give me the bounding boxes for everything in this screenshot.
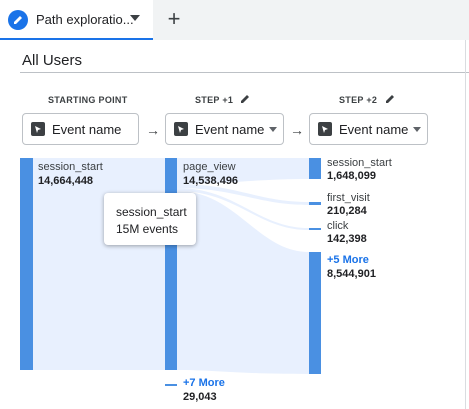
node-name: session_start — [327, 157, 392, 169]
node-step2-more[interactable] — [309, 252, 321, 374]
node-more-link[interactable]: +5 More — [327, 254, 369, 266]
dropdown-label: Event name — [339, 122, 409, 137]
node-step2-first-visit[interactable] — [309, 202, 321, 205]
node-count: 1,648,099 — [327, 170, 376, 182]
node-count: 14,664,448 — [38, 175, 94, 187]
step1-dropdown[interactable]: Event name — [165, 113, 284, 145]
step2-dropdown[interactable]: Event name — [309, 113, 428, 145]
panel-edge — [465, 40, 466, 409]
node-count: 29,043 — [183, 391, 217, 403]
node-name: click — [327, 220, 349, 232]
starting-point-dropdown[interactable]: Event name — [22, 113, 139, 145]
starting-point-header: STARTING POINT — [48, 95, 128, 105]
node-name: first_visit — [327, 192, 370, 204]
dropdown-label: Event name — [52, 122, 122, 137]
arrow-right-icon: → — [146, 122, 160, 138]
node-count: 210,284 — [327, 205, 367, 217]
event-icon — [318, 122, 332, 136]
edit-pencil-icon — [8, 10, 28, 30]
edit-step2-icon[interactable] — [383, 92, 397, 106]
tooltip-title: session_start — [116, 205, 187, 219]
node-name: session_start — [38, 161, 103, 173]
chevron-down-icon — [269, 127, 277, 132]
tab-path-exploration[interactable]: Path exploratio... — [0, 0, 153, 40]
node-tooltip: session_start 15M events — [104, 193, 196, 245]
chevron-down-icon — [413, 127, 421, 132]
add-tab-button[interactable]: + — [164, 8, 184, 30]
node-session-start[interactable] — [20, 158, 33, 370]
node-step1-more[interactable] — [165, 384, 177, 386]
dropdown-label: Event name — [195, 122, 265, 137]
chevron-down-icon[interactable] — [130, 15, 140, 21]
segment-label: All Users — [22, 52, 83, 69]
tab-bar: Path exploratio... + — [0, 0, 469, 40]
flow-step1-to-step2[interactable] — [177, 158, 309, 374]
node-page-view[interactable] — [165, 158, 177, 370]
node-count: 142,398 — [327, 233, 367, 245]
node-more-link[interactable]: +7 More — [183, 377, 225, 389]
segment-divider — [20, 72, 469, 73]
step1-header: STEP +1 — [195, 95, 234, 105]
step2-header: STEP +2 — [339, 95, 378, 105]
node-count: 14,538,496 — [183, 175, 239, 187]
edit-step1-icon[interactable] — [238, 92, 252, 106]
event-icon — [31, 122, 45, 136]
flow-start-to-page-view[interactable] — [33, 158, 165, 370]
tooltip-value: 15M events — [116, 222, 179, 236]
tab-label: Path exploratio... — [36, 12, 134, 27]
node-name: page_view — [183, 161, 236, 173]
event-icon — [174, 122, 188, 136]
node-step2-session-start[interactable] — [309, 158, 321, 179]
node-count: 8,544,901 — [327, 268, 376, 280]
node-step2-click[interactable] — [309, 228, 321, 230]
arrow-right-icon: → — [290, 122, 304, 138]
